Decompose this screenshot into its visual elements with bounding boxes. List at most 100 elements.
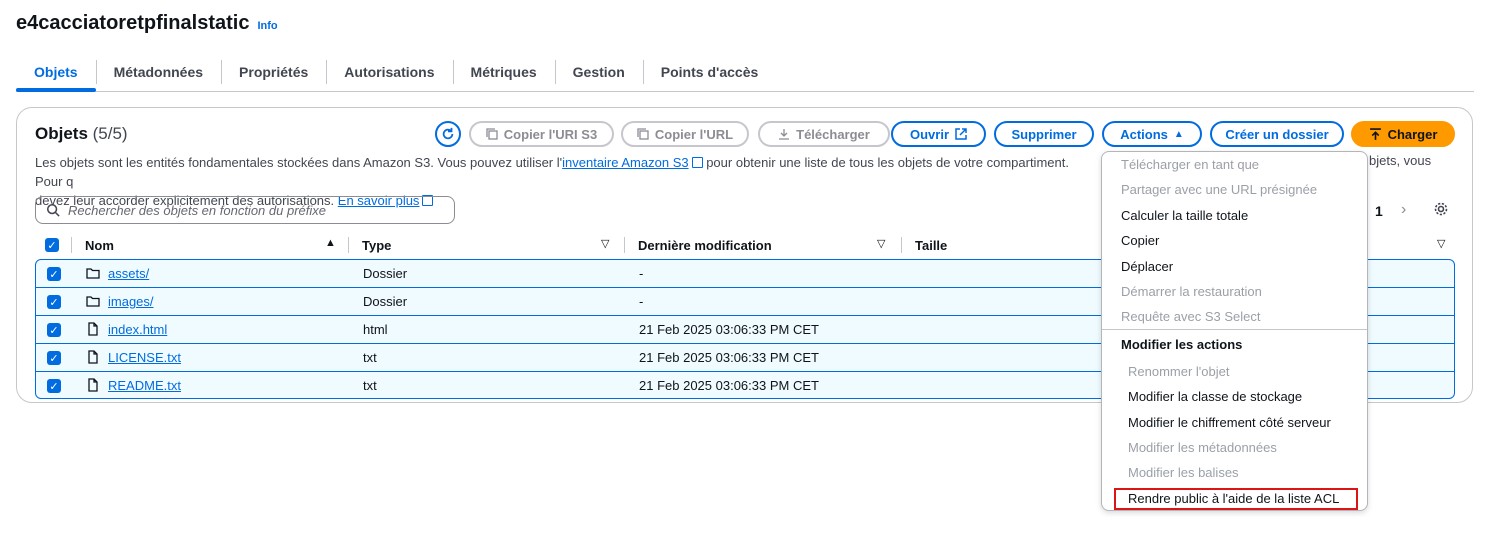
sort-icon[interactable]: ▽ [1437, 237, 1445, 250]
panel-title-text: Objets [35, 124, 88, 143]
column-divider [348, 237, 349, 253]
caret-up-icon: ▲ [1173, 128, 1184, 140]
external-link-icon [691, 157, 703, 168]
description-text-1: Les objets sont les entités fondamentale… [35, 155, 563, 170]
actions-label: Actions [1120, 126, 1168, 142]
info-link[interactable]: Info [257, 20, 277, 32]
bucket-header: e4cacciatoretpfinalstatic Info [16, 12, 278, 35]
actions-button[interactable]: Actions ▲ [1102, 121, 1202, 147]
sort-asc-icon[interactable]: ▲ [325, 237, 336, 249]
object-modified: 21 Feb 2025 03:06:33 PM CET [639, 378, 819, 393]
delete-label: Supprimer [1011, 126, 1077, 142]
open-label: Ouvrir [909, 126, 949, 142]
object-name-link[interactable]: images/ [108, 294, 154, 309]
row-checkbox[interactable]: ✓ [47, 295, 61, 309]
object-modified: 21 Feb 2025 03:06:33 PM CET [639, 322, 819, 337]
menu-group-edit-actions: Modifier les actions [1121, 337, 1243, 352]
object-name-link[interactable]: index.html [108, 322, 167, 337]
delete-button[interactable]: Supprimer [994, 121, 1094, 147]
refresh-button[interactable] [435, 121, 461, 147]
copy-url-label: Copier l'URL [654, 126, 734, 142]
tab-points-acces[interactable]: Points d'accès [642, 54, 776, 90]
object-modified: - [639, 266, 644, 281]
menu-item-share-presigned-url[interactable]: Partager avec une URL présignée [1121, 182, 1317, 197]
column-divider [901, 237, 902, 253]
column-type[interactable]: Type [362, 234, 391, 256]
tab-autorisations[interactable]: Autorisations [326, 54, 452, 90]
chevron-right-icon[interactable]: › [1401, 201, 1406, 219]
search-icon [46, 203, 60, 217]
copy-icon [637, 128, 649, 140]
download-icon [779, 129, 790, 140]
object-modified: - [639, 294, 644, 309]
object-modified: 21 Feb 2025 03:06:33 PM CET [639, 350, 819, 365]
column-divider [624, 237, 625, 253]
file-icon [88, 350, 98, 364]
open-button[interactable]: Ouvrir [891, 121, 986, 147]
search-input[interactable] [68, 202, 448, 218]
folder-icon [86, 268, 100, 279]
column-size[interactable]: Taille [915, 234, 947, 256]
gear-icon[interactable] [1433, 201, 1449, 222]
menu-item-rename-object[interactable]: Renommer l'objet [1128, 364, 1229, 379]
row-checkbox[interactable]: ✓ [47, 379, 61, 393]
copy-icon [486, 128, 498, 140]
menu-item-copy[interactable]: Copier [1121, 233, 1159, 248]
menu-item-edit-encryption[interactable]: Modifier le chiffrement côté serveur [1128, 415, 1331, 430]
copy-s3-uri-label: Copier l'URI S3 [503, 126, 598, 142]
folder-icon [86, 296, 100, 307]
object-name-link[interactable]: README.txt [108, 378, 181, 393]
tab-bar: Objets Métadonnées Propriétés Autorisati… [16, 54, 1474, 92]
copy-url-button[interactable]: Copier l'URL [621, 121, 749, 147]
create-folder-button[interactable]: Créer un dossier [1210, 121, 1344, 147]
page-number[interactable]: 1 [1375, 203, 1383, 219]
sort-icon[interactable]: ▽ [601, 237, 609, 250]
copy-s3-uri-button[interactable]: Copier l'URI S3 [469, 121, 614, 147]
tab-metadonnees[interactable]: Métadonnées [95, 54, 221, 90]
object-type: Dossier [363, 266, 408, 281]
menu-item-s3-select[interactable]: Requête avec S3 Select [1121, 309, 1260, 324]
column-modified[interactable]: Dernière modification [638, 234, 772, 256]
upload-label: Charger [1387, 126, 1438, 142]
row-checkbox[interactable]: ✓ [47, 323, 61, 337]
tab-metriques[interactable]: Métriques [452, 54, 555, 90]
row-checkbox[interactable]: ✓ [47, 351, 61, 365]
menu-item-download-as[interactable]: Télécharger en tant que [1121, 157, 1259, 172]
external-link-icon [955, 128, 967, 140]
search-box[interactable] [35, 196, 455, 224]
object-type: html [363, 322, 388, 337]
select-all-checkbox[interactable]: ✓ [45, 238, 59, 252]
panel-title: Objets (5/5) [35, 124, 128, 144]
upload-icon [1369, 127, 1381, 140]
page-title: e4cacciatoretpfinalstatic [16, 12, 250, 34]
column-name[interactable]: Nom [85, 234, 114, 256]
menu-item-edit-storage-class[interactable]: Modifier la classe de stockage [1128, 389, 1302, 404]
actions-dropdown-menu: Télécharger en tant que Partager avec un… [1101, 151, 1368, 511]
row-checkbox[interactable]: ✓ [47, 267, 61, 281]
object-type: txt [363, 378, 377, 393]
description-text-right: bjets, vous [1369, 153, 1432, 168]
inventory-link[interactable]: inventaire Amazon S3 [562, 155, 688, 170]
column-divider [71, 237, 72, 253]
upload-button[interactable]: Charger [1351, 121, 1455, 147]
create-folder-label: Créer un dossier [1225, 126, 1329, 142]
tab-gestion[interactable]: Gestion [554, 54, 643, 90]
menu-divider [1102, 329, 1367, 330]
menu-item-calculate-total-size[interactable]: Calculer la taille totale [1121, 208, 1248, 223]
menu-item-move[interactable]: Déplacer [1121, 259, 1173, 274]
menu-item-edit-tags[interactable]: Modifier les balises [1128, 465, 1239, 480]
menu-item-start-restore[interactable]: Démarrer la restauration [1121, 284, 1262, 299]
object-count: (5/5) [92, 124, 128, 143]
tab-proprietes[interactable]: Propriétés [221, 54, 326, 90]
tab-objets[interactable]: Objets [16, 54, 96, 92]
sort-icon[interactable]: ▽ [877, 237, 885, 250]
menu-item-edit-metadata[interactable]: Modifier les métadonnées [1128, 440, 1277, 455]
file-icon [88, 322, 98, 336]
file-icon [88, 378, 98, 392]
object-name-link[interactable]: LICENSE.txt [108, 350, 181, 365]
menu-item-make-public-acl[interactable]: Rendre public à l'aide de la liste ACL [1128, 491, 1339, 506]
download-button[interactable]: Télécharger [758, 121, 890, 147]
refresh-icon [442, 127, 454, 140]
object-name-link[interactable]: assets/ [108, 266, 149, 281]
object-type: txt [363, 350, 377, 365]
